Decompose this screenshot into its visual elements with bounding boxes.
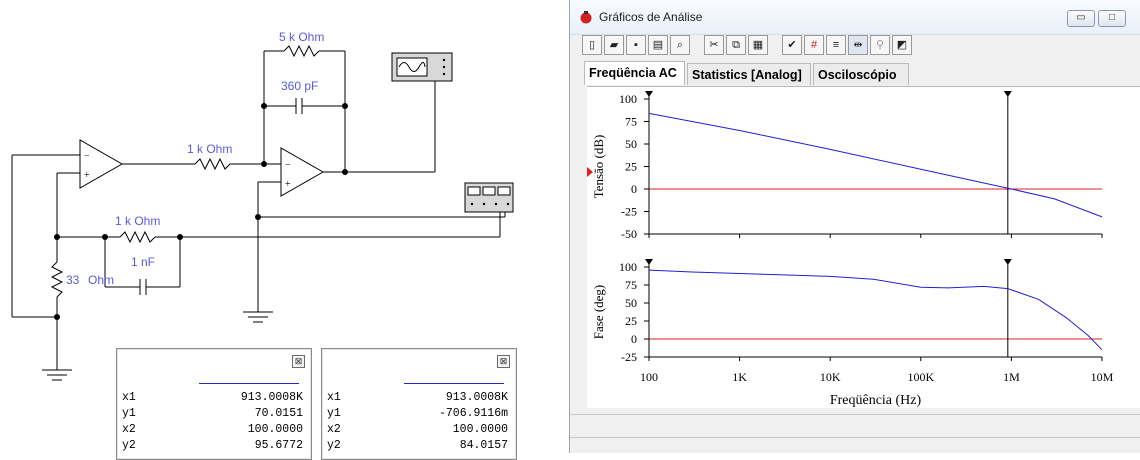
grid-icon[interactable]: # bbox=[804, 35, 824, 55]
y-tick-label: 100 bbox=[619, 260, 637, 274]
x-tick-label: 10M bbox=[1091, 370, 1114, 384]
maximize-button[interactable]: □ bbox=[1098, 10, 1126, 27]
status-area bbox=[570, 408, 1140, 453]
y-tick-label: 50 bbox=[625, 137, 637, 151]
trace-color-line bbox=[199, 383, 299, 384]
status-strip bbox=[570, 414, 1140, 438]
resistor-ground[interactable] bbox=[50, 261, 64, 298]
label-r-input: 1 k Ohm bbox=[187, 142, 232, 156]
y-tick-label: 0 bbox=[631, 182, 637, 196]
legend-icon[interactable]: ≡ bbox=[826, 35, 846, 55]
plot-area[interactable]: 100 75 50 25 0 -25 -50 Tensão (dB) 100 75 50 25 0 -25… bbox=[587, 86, 1140, 409]
y-axis-label: Tensão (dB) bbox=[591, 135, 606, 199]
app-icon bbox=[580, 11, 592, 24]
label-r-ground: 33 bbox=[66, 273, 80, 287]
x-tick-label: 100K bbox=[907, 370, 934, 384]
cursor-readout-panel-1[interactable]: ⊠ x1 913.0008K y1 70.0151 x2 100.0000 y2 95.… bbox=[116, 348, 312, 460]
copy-icon[interactable]: ⧉ bbox=[726, 35, 746, 55]
open-icon[interactable]: ▰ bbox=[604, 35, 624, 55]
y-tick-label: 75 bbox=[625, 115, 637, 129]
label-r-ground-unit: Ohm bbox=[88, 273, 114, 287]
cursor-marker bbox=[1003, 91, 1012, 97]
y-tick-label: 25 bbox=[625, 314, 637, 328]
tab-statistics[interactable]: Statistics [Analog] bbox=[687, 63, 811, 85]
minimize-button[interactable]: ▭ bbox=[1067, 10, 1095, 27]
svg-text:+: + bbox=[285, 179, 291, 190]
oscilloscope-instrument[interactable] bbox=[391, 52, 453, 82]
svg-text:−: − bbox=[84, 151, 90, 162]
x-tick-label: 1M bbox=[1003, 370, 1020, 384]
readout-row: y2 95.6772 bbox=[122, 439, 303, 452]
bode-plotter-instrument[interactable] bbox=[464, 182, 514, 213]
tab-bar: Freqüência AC Statistics [Analog] Oscilo… bbox=[584, 61, 1140, 85]
tab-oscilloscope[interactable]: Osciloscópio bbox=[813, 63, 909, 85]
cursor-readout-panel-2[interactable]: ⊠ x1 913.0008K y1 -706.9116m x2 100.0000 y2… bbox=[321, 348, 517, 460]
readout-row: y2 84.0157 bbox=[327, 439, 508, 452]
y-tick-label: 50 bbox=[625, 296, 637, 310]
window-title: Gráficos de Análise bbox=[599, 10, 703, 24]
toolbar: ▯ ▰ ▪ ▤ ⌕ ✂ ⧉ ▦ ✔ # ≡ ⇹ ⚲ ◩ bbox=[582, 34, 1140, 58]
series-line bbox=[648, 269, 1103, 351]
label-r-feedback: 5 k Ohm bbox=[279, 30, 324, 44]
svg-text:+: + bbox=[84, 170, 90, 181]
cut-icon[interactable]: ✂ bbox=[704, 35, 724, 55]
print-icon[interactable]: ▤ bbox=[648, 35, 668, 55]
tab-ac-frequency[interactable]: Freqüência AC bbox=[584, 61, 685, 85]
cursor-marker bbox=[1003, 259, 1012, 265]
new-icon[interactable]: ▯ bbox=[582, 35, 602, 55]
print-preview-icon[interactable]: ⌕ bbox=[670, 35, 690, 55]
y-tick-label: 75 bbox=[625, 278, 637, 292]
y-tick-label: -50 bbox=[621, 227, 637, 241]
reverse-colors-icon[interactable]: ◩ bbox=[892, 35, 912, 55]
save-icon[interactable]: ▪ bbox=[626, 35, 646, 55]
analysis-graphs-window[interactable]: Gráficos de Análise ▭ □ ▯ ▰ ▪ ▤ ⌕ ✂ ⧉ ▦ … bbox=[569, 0, 1140, 453]
bode-plots[interactable]: 100 75 50 25 0 -25 -50 Tensão (dB) 100 75 50 25 0 -25… bbox=[587, 87, 1140, 409]
x-tick-label: 1K bbox=[732, 370, 747, 384]
title-bar[interactable]: Gráficos de Análise ▭ □ bbox=[570, 0, 1140, 35]
readout-row: y1 -706.9116m bbox=[327, 407, 508, 420]
readout-row: y1 70.0151 bbox=[122, 407, 303, 420]
readout-row: x1 913.0008K bbox=[122, 391, 303, 404]
resistor-feedback[interactable] bbox=[283, 44, 320, 58]
cursor-marker bbox=[645, 91, 653, 97]
x-tick-label: 100 bbox=[640, 370, 658, 384]
readout-row: x2 100.0000 bbox=[122, 423, 303, 436]
x-tick-label: 10K bbox=[820, 370, 841, 384]
zoom-icon[interactable]: ⚲ bbox=[870, 35, 890, 55]
y-tick-label: 0 bbox=[631, 332, 637, 346]
label-c-filter: 1 nF bbox=[131, 255, 155, 269]
resistor-filter[interactable] bbox=[119, 230, 156, 244]
y-axis-label: Fase (deg) bbox=[591, 285, 606, 340]
x-axis-label: Freqüência (Hz) bbox=[830, 393, 922, 408]
close-icon[interactable]: ⊠ bbox=[497, 355, 510, 368]
y-tick-label: -25 bbox=[621, 350, 637, 364]
cursors-icon[interactable]: ⇹ bbox=[848, 35, 868, 55]
y-tick-label: -25 bbox=[621, 205, 637, 219]
y-tick-label: 25 bbox=[625, 160, 637, 174]
y-tick-label: 100 bbox=[619, 92, 637, 106]
readout-row: x1 913.0008K bbox=[327, 391, 508, 404]
readout-row: x2 100.0000 bbox=[327, 423, 508, 436]
trace-color-line bbox=[404, 383, 504, 384]
resistor-input[interactable] bbox=[194, 157, 231, 171]
label-r-filter: 1 k Ohm bbox=[115, 214, 160, 228]
paste-icon[interactable]: ▦ bbox=[748, 35, 768, 55]
series-line bbox=[648, 112, 1103, 218]
svg-text:−: − bbox=[285, 160, 291, 171]
cursor-marker bbox=[645, 259, 653, 265]
label-c-feedback: 360 pF bbox=[281, 79, 318, 93]
properties-icon[interactable]: ✔ bbox=[782, 35, 802, 55]
close-icon[interactable]: ⊠ bbox=[292, 355, 305, 368]
